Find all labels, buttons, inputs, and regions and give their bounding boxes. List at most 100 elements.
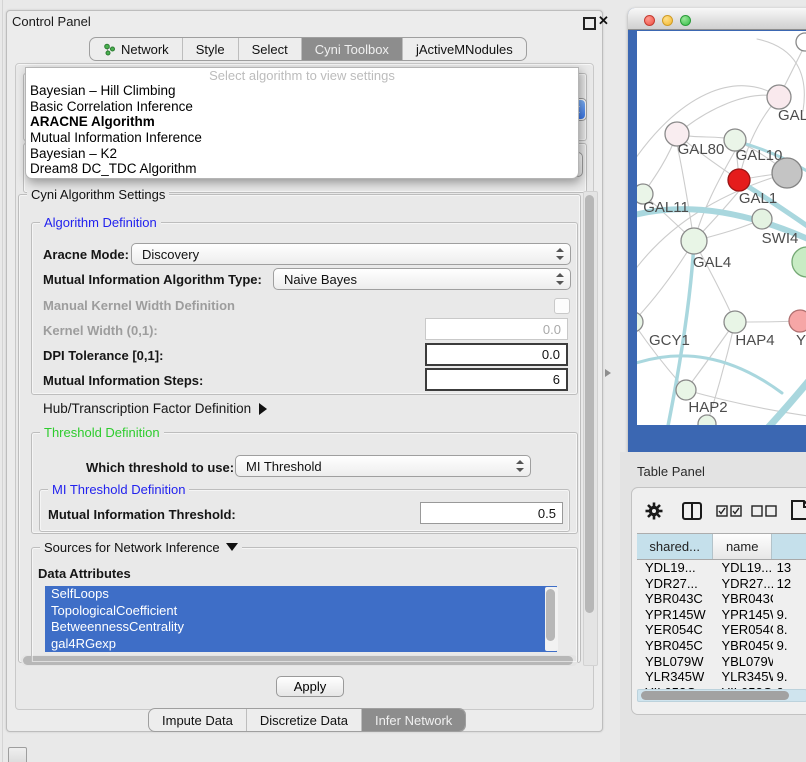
- mi-steps-value: 6: [553, 372, 560, 387]
- tab-jactivemnodules[interactable]: jActiveMNodules: [402, 38, 526, 60]
- table-row[interactable]: YBR045CYBR045C9.: [637, 638, 806, 654]
- kernel-width-value: 0.0: [543, 322, 561, 337]
- dropdown-item[interactable]: Mutual Information Inference: [26, 130, 578, 146]
- table-row[interactable]: YPR145WYPR145W9.: [637, 607, 806, 623]
- hub-definition-toggle[interactable]: Hub/Transcription Factor Definition: [43, 401, 267, 416]
- settings-vscroll-thumb[interactable]: [585, 195, 594, 613]
- table-row[interactable]: YLR345WYLR345W9.: [637, 669, 806, 685]
- close-icon[interactable]: ✕: [598, 13, 609, 29]
- network-canvas[interactable]: GALGAL80GAL10GAL1GAL11SWI4GAL4GCY1HAP4YH…: [637, 31, 806, 425]
- network-edge-thick[interactable]: [637, 356, 782, 393]
- table-cell: 8.: [773, 622, 806, 638]
- network-node-gal4[interactable]: [681, 228, 707, 254]
- table-body: YDL19...YDL19...13YDR27...YDR27...12YBR0…: [637, 560, 806, 693]
- column-header-shared-name[interactable]: shared...: [637, 534, 713, 559]
- table-row[interactable]: YDR27...YDR27...12: [637, 576, 806, 592]
- network-node[interactable]: [772, 158, 802, 188]
- attribute-list-item[interactable]: TopologicalCoefficient: [45, 603, 557, 620]
- column-header-name[interactable]: name: [713, 534, 772, 559]
- table-hscroll-thumb[interactable]: [641, 691, 789, 700]
- panel-divider-arrow[interactable]: [605, 369, 611, 377]
- close-traffic-light[interactable]: [644, 15, 655, 26]
- network-edge[interactable]: [637, 241, 694, 322]
- network-node-gal[interactable]: [767, 85, 791, 109]
- tab-discretize-data[interactable]: Discretize Data: [246, 709, 361, 731]
- table-horizontal-scrollbar[interactable]: [637, 689, 806, 702]
- mi-algorithm-type-combo[interactable]: Naive Bayes: [273, 268, 571, 290]
- network-node-label: HAP2: [688, 399, 727, 416]
- combo-stepper-icon: [555, 248, 564, 260]
- network-node-hap2[interactable]: [676, 380, 696, 400]
- network-node-y[interactable]: [789, 310, 806, 332]
- network-node[interactable]: [792, 247, 806, 277]
- mi-threshold-input[interactable]: 0.5: [420, 502, 563, 524]
- tab-cyni-toolbox[interactable]: Cyni Toolbox: [301, 38, 402, 60]
- attributes-vscroll-thumb[interactable]: [546, 589, 555, 641]
- table-row[interactable]: YDL19...YDL19...13: [637, 560, 806, 576]
- apply-button-label: Apply: [294, 679, 327, 694]
- dropdown-item[interactable]: Dream8 DC_TDC Algorithm: [26, 161, 578, 177]
- which-threshold-combo[interactable]: MI Threshold: [235, 455, 531, 477]
- mi-steps-input[interactable]: 6: [425, 368, 568, 391]
- network-node-hap4[interactable]: [724, 311, 746, 333]
- column-header-partial[interactable]: [772, 534, 806, 559]
- attributes-vertical-scrollbar[interactable]: [545, 587, 558, 651]
- table-row[interactable]: YER054CYER054C8.: [637, 622, 806, 638]
- network-edge[interactable]: [677, 145, 694, 241]
- mi-threshold-value: 0.5: [538, 506, 556, 521]
- table-row[interactable]: YBL079WYBL079W: [637, 654, 806, 670]
- dropdown-item[interactable]: Basic Correlation Inference: [26, 99, 578, 115]
- tab-select[interactable]: Select: [238, 38, 301, 60]
- zoom-traffic-light[interactable]: [680, 15, 691, 26]
- network-node-gcy1[interactable]: [637, 312, 643, 332]
- network-window-titlebar[interactable]: [628, 8, 806, 30]
- collapsed-arrow-icon[interactable]: [259, 403, 267, 415]
- tab-style-label: Style: [196, 42, 225, 57]
- split-columns-icon[interactable]: [681, 501, 703, 521]
- network-node-swi4[interactable]: [752, 209, 772, 229]
- document-icon[interactable]: [790, 499, 806, 521]
- table-cell: YER054C: [713, 622, 772, 638]
- settings-vertical-scrollbar[interactable]: [583, 191, 598, 666]
- table-cell: YBR045C: [637, 638, 713, 654]
- expanded-arrow-icon[interactable]: [226, 543, 238, 551]
- tab-jactivemnodules-label: jActiveMNodules: [416, 42, 513, 57]
- attribute-list-item[interactable]: BetweennessCentrality: [45, 619, 557, 636]
- network-tab-icon: [103, 43, 116, 56]
- tab-impute-data[interactable]: Impute Data: [149, 709, 246, 731]
- attribute-list-item[interactable]: SelfLoops: [45, 586, 557, 603]
- network-edge-thick[interactable]: [765, 361, 806, 425]
- aracne-mode-combo[interactable]: Discovery: [131, 243, 571, 265]
- tab-cyni-toolbox-label: Cyni Toolbox: [315, 42, 389, 57]
- tab-infer-network[interactable]: Infer Network: [361, 709, 465, 731]
- minimize-traffic-light[interactable]: [662, 15, 673, 26]
- dpi-tolerance-input[interactable]: 0.0: [425, 343, 568, 366]
- manual-kernel-width-checkbox[interactable]: [554, 298, 570, 314]
- float-window-icon[interactable]: [583, 17, 596, 30]
- dropdown-item[interactable]: Bayesian – Hill Climbing: [26, 83, 578, 99]
- table-cell: YBR043C: [713, 591, 772, 607]
- tab-network[interactable]: Network: [90, 38, 182, 60]
- table-row[interactable]: YBR043CYBR043C: [637, 591, 806, 607]
- network-node[interactable]: [698, 415, 716, 425]
- mi-steps-label: Mutual Information Steps:: [43, 373, 203, 388]
- dropdown-item[interactable]: Bayesian – K2: [26, 146, 578, 162]
- apply-button[interactable]: Apply: [276, 676, 344, 697]
- selected-checkboxes-icon[interactable]: [716, 505, 742, 517]
- kernel-width-input[interactable]: 0.0: [425, 318, 568, 340]
- panel-grip-button[interactable]: [8, 747, 27, 762]
- dropdown-item[interactable]: ARACNE Algorithm: [26, 114, 578, 130]
- table-cell: 12: [773, 576, 806, 592]
- table-cell: 9.: [773, 607, 806, 623]
- network-graph[interactable]: GALGAL80GAL10GAL1GAL11SWI4GAL4GCY1HAP4YH…: [637, 31, 806, 425]
- mi-threshold-label: Mutual Information Threshold:: [48, 507, 236, 522]
- unselected-checkboxes-icon[interactable]: [751, 505, 777, 517]
- network-node-label: GAL10: [736, 147, 783, 164]
- gear-icon[interactable]: [644, 501, 664, 521]
- tab-style[interactable]: Style: [182, 38, 238, 60]
- network-node[interactable]: [796, 33, 806, 51]
- network-node-gal1[interactable]: [728, 169, 750, 191]
- dpi-tolerance-value: 0.0: [542, 347, 560, 362]
- network-edge[interactable]: [694, 151, 735, 241]
- attribute-list-item[interactable]: gal4RGexp: [45, 636, 557, 653]
